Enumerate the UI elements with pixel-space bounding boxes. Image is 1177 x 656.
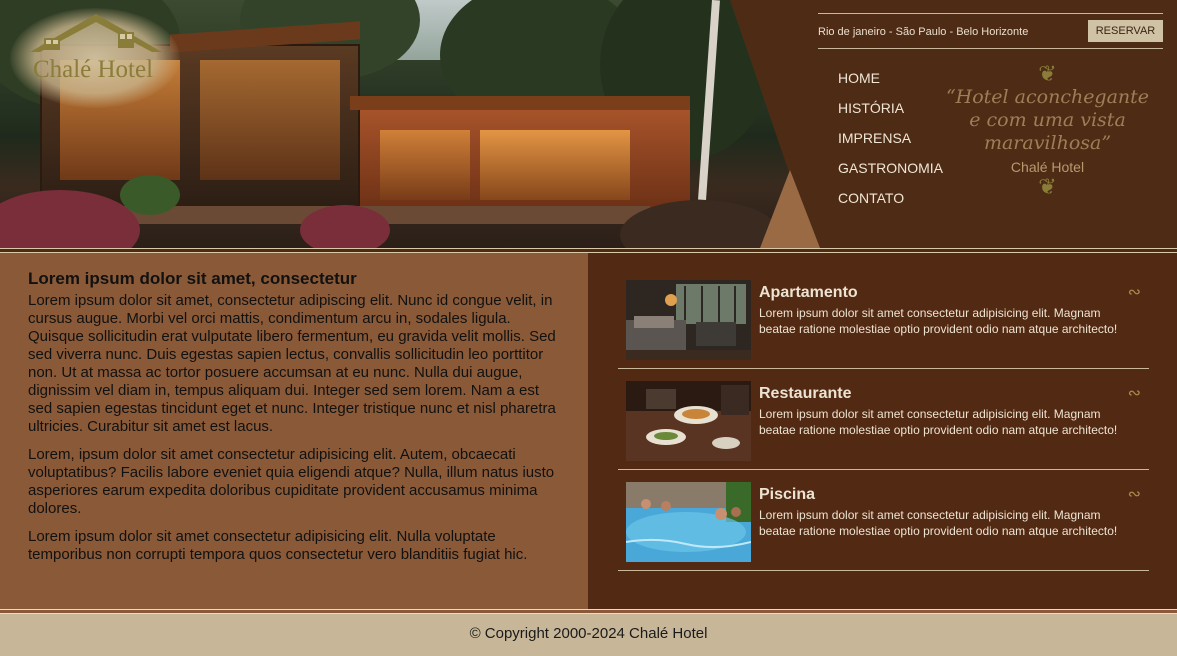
ornament-top-icon: ❦ [1038, 61, 1057, 86]
copyright-text: © Copyright 2000-2024 Chalé Hotel [469, 625, 708, 642]
pool-photo-icon [626, 482, 751, 562]
site-header: Chalé Hotel Rio de janeiro - São Paulo -… [0, 0, 1177, 248]
apartment-photo-icon [626, 280, 751, 360]
feature-card-restaurante[interactable]: Restaurante Lorem ipsum dolor sit amet c… [618, 369, 1149, 470]
feature-card-apartamento[interactable]: Apartamento Lorem ipsum dolor sit amet c… [618, 268, 1149, 369]
intro-paragraph: Lorem ipsum dolor sit amet, consectetur … [28, 292, 556, 435]
nav-historia[interactable]: HISTÓRIA [838, 98, 943, 128]
feature-card-piscina[interactable]: Piscina Lorem ipsum dolor sit amet conse… [618, 470, 1149, 571]
nav-imprensa[interactable]: IMPRENSA [838, 128, 943, 158]
main-nav: HOME HISTÓRIA IMPRENSA GASTRONOMIA CONTA… [838, 68, 943, 218]
feature-title: Apartamento [759, 284, 858, 301]
feature-title: Piscina [759, 486, 816, 503]
intro-section: Lorem ipsum dolor sit amet, consectetur … [0, 253, 588, 609]
intro-paragraph: Lorem ipsum dolor sit amet consectetur a… [28, 528, 528, 563]
wave-ornament-icon: ∾ [1127, 385, 1141, 402]
top-bar: Rio de janeiro - São Paulo - Belo Horizo… [818, 13, 1163, 49]
feature-text: Lorem ipsum dolor sit amet consectetur a… [759, 306, 1118, 336]
feature-text: Lorem ipsum dolor sit amet consectetur a… [759, 508, 1118, 538]
nav-gastronomia[interactable]: GASTRONOMIA [838, 158, 943, 188]
logo-text: Chalé Hotel [32, 56, 154, 83]
wave-ornament-icon: ∾ [1127, 486, 1141, 503]
quote-text: “Hotel aconchegante e com uma vista mara… [945, 86, 1150, 154]
features-section: Apartamento Lorem ipsum dolor sit amet c… [588, 253, 1177, 609]
reserve-button[interactable]: RESERVAR [1088, 20, 1163, 42]
hotel-quote: ❦ “Hotel aconchegante e com uma vista ma… [945, 62, 1150, 199]
wave-ornament-icon: ∾ [1127, 284, 1141, 301]
cities-text: Rio de janeiro - São Paulo - Belo Horizo… [818, 26, 1029, 38]
ornament-bottom-icon: ❦ [1038, 174, 1057, 199]
nav-contato[interactable]: CONTATO [838, 188, 943, 218]
quote-signature: Chalé Hotel [1010, 159, 1085, 175]
feature-text: Lorem ipsum dolor sit amet consectetur a… [759, 407, 1118, 437]
restaurant-photo-icon [626, 381, 751, 461]
intro-heading: Lorem ipsum dolor sit amet, consectetur [28, 269, 357, 288]
site-footer: © Copyright 2000-2024 Chalé Hotel [0, 614, 1177, 656]
house-roof-icon [30, 14, 162, 52]
feature-title: Restaurante [759, 385, 852, 402]
hotel-logo[interactable]: Chalé Hotel [10, 8, 180, 108]
intro-paragraph: Lorem, ipsum dolor sit amet consectetur … [28, 446, 555, 517]
nav-home[interactable]: HOME [838, 68, 943, 98]
